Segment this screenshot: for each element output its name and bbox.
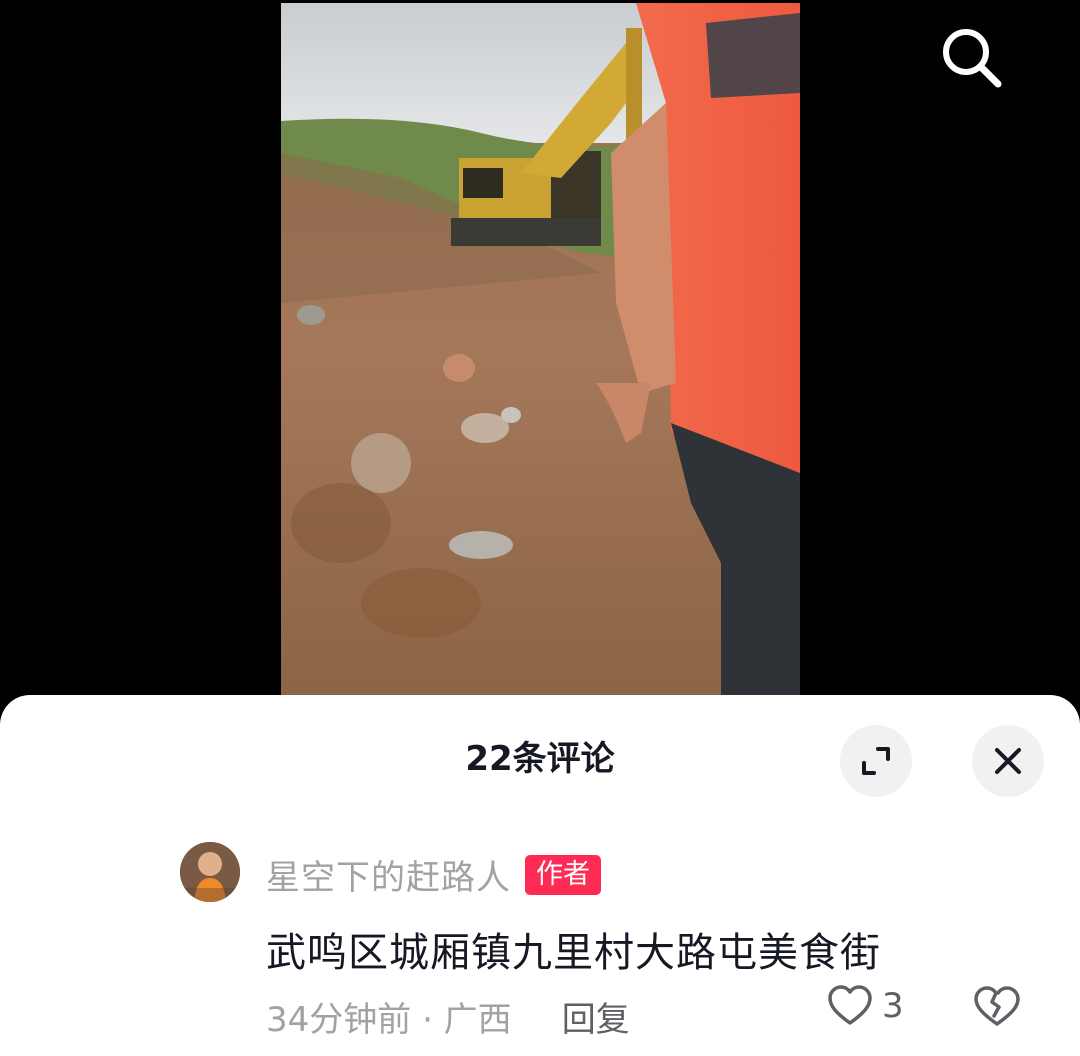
comment-item[interactable]: 星空下的赶路人 作者 武鸣区城厢镇九里村大路屯美食街 34分钟前 · 广西 回复…	[0, 840, 1080, 1056]
heart-icon	[828, 985, 872, 1025]
author-badge: 作者	[525, 854, 601, 895]
expand-icon	[862, 747, 890, 775]
dislike-button[interactable]	[972, 982, 1022, 1034]
expand-button[interactable]	[840, 725, 912, 797]
avatar-image	[180, 842, 240, 902]
close-button[interactable]	[972, 725, 1044, 797]
broken-heart-icon	[974, 986, 1020, 1026]
like-button[interactable]: 3	[826, 982, 904, 1030]
comments-title: 22条评论	[465, 739, 615, 779]
video-still-image	[281, 3, 800, 695]
close-icon	[995, 748, 1021, 774]
comment-username[interactable]: 星空下的赶路人	[266, 850, 511, 899]
search-button[interactable]	[936, 22, 1008, 94]
comments-sheet: 22条评论 星空下的赶路人 作者 武鸣区城厢镇九里村大路屯美食街 34分钟前 ·…	[0, 695, 1080, 1056]
comment-text: 武鸣区城厢镇九里村大路屯美食街	[266, 930, 881, 976]
comment-time-location: 34分钟前 · 广西	[266, 1000, 512, 1040]
video-player[interactable]	[0, 0, 1080, 700]
avatar[interactable]	[180, 842, 240, 902]
like-count: 3	[882, 986, 904, 1026]
reply-button[interactable]: 回复	[562, 992, 630, 1041]
video-frame[interactable]	[281, 3, 800, 695]
search-icon	[943, 29, 1002, 88]
